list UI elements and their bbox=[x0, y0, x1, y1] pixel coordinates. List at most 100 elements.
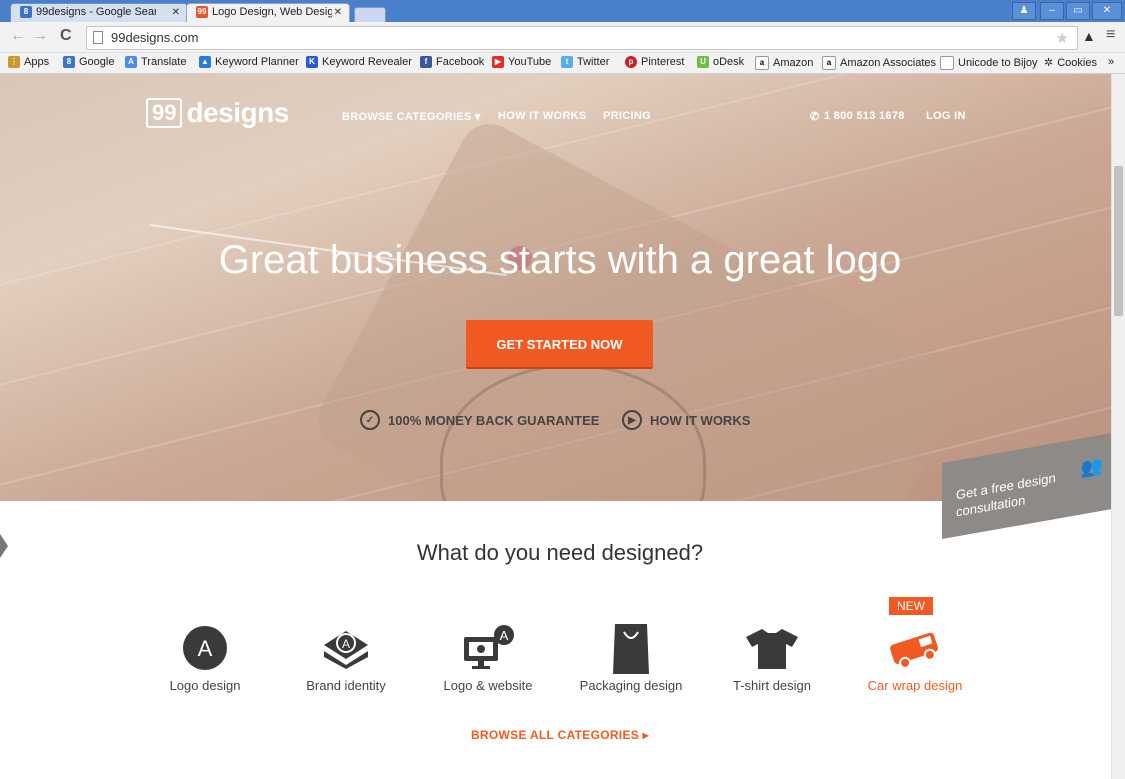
close-icon[interactable]: ✕ bbox=[172, 3, 180, 22]
people-icon: 👥 bbox=[1080, 454, 1103, 479]
cookie-gear-icon: ✲ bbox=[1044, 57, 1054, 69]
bookmark-label: Amazon Associates bbox=[840, 57, 936, 69]
logo-wordmark: designs bbox=[186, 97, 289, 128]
category-tshirt-design[interactable]: T-shirt design bbox=[702, 620, 842, 693]
category-car-wrap-design[interactable]: Car wrap design bbox=[845, 620, 985, 693]
category-packaging-design[interactable]: Packaging design bbox=[561, 620, 701, 693]
forward-arrow-icon[interactable]: → bbox=[32, 27, 48, 45]
bookmark-label: Pinterest bbox=[641, 56, 685, 68]
bookmark-label: YouTube bbox=[508, 56, 552, 68]
tab-google-search[interactable]: 8 99designs - Google Searc ✕ bbox=[10, 3, 188, 22]
category-logo-website[interactable]: A Logo & website bbox=[418, 620, 558, 693]
get-started-button[interactable]: GET STARTED NOW bbox=[466, 320, 653, 369]
bookmark-label: Unicode to Bijoy bbox=[958, 57, 1038, 69]
bookmark-facebook[interactable]: f Facebook bbox=[420, 56, 484, 68]
adwords-icon: ▲ bbox=[199, 56, 211, 68]
page-scrollbar[interactable] bbox=[1111, 74, 1125, 779]
bag-icon bbox=[613, 624, 649, 674]
logo-mark: 99 bbox=[146, 98, 183, 128]
hero-banner bbox=[0, 74, 1112, 501]
browser-toolbar: ← → C 99designs.com ★ ▲ ≡ bbox=[0, 22, 1125, 53]
minimize-button[interactable]: – bbox=[1040, 2, 1064, 20]
category-label: Brand identity bbox=[306, 678, 386, 693]
bookmark-cookies[interactable]: ✲ Cookies bbox=[1044, 56, 1097, 70]
category-label: Packaging design bbox=[579, 678, 683, 693]
scrollbar-thumb[interactable] bbox=[1114, 166, 1123, 316]
bookmark-google[interactable]: 8 Google bbox=[63, 56, 114, 68]
url-text: 99designs.com bbox=[111, 30, 199, 45]
how-it-works-video-link[interactable]: ▶ HOW IT WORKS bbox=[622, 410, 750, 430]
bookmark-star-icon[interactable]: ★ bbox=[1056, 29, 1069, 47]
bookmark-label: Keyword Revealer bbox=[322, 56, 412, 68]
bookmark-pinterest[interactable]: p Pinterest bbox=[625, 56, 684, 68]
bookmark-label: Cookies bbox=[1057, 56, 1097, 69]
nav-log-in[interactable]: LOG IN bbox=[926, 110, 966, 122]
bookmark-odesk[interactable]: UoDesk bbox=[697, 56, 744, 68]
back-arrow-icon[interactable]: ← bbox=[10, 27, 26, 45]
bookmark-label: Facebook bbox=[436, 56, 485, 68]
user-icon[interactable]: ♟ bbox=[1012, 2, 1036, 20]
maximize-button[interactable]: ▭ bbox=[1066, 2, 1090, 20]
category-label: Logo design bbox=[169, 678, 241, 693]
facebook-icon: f bbox=[420, 56, 432, 68]
nav-browse-categories[interactable]: BROWSE CATEGORIES ▾ bbox=[342, 110, 481, 123]
category-brand-identity[interactable]: A Brand identity bbox=[276, 620, 416, 693]
pinterest-icon: p bbox=[625, 56, 637, 68]
logo-website-icon: A bbox=[464, 625, 514, 669]
category-logo-design[interactable]: A Logo design bbox=[135, 620, 275, 693]
bookmark-twitter[interactable]: t Twitter bbox=[561, 56, 609, 68]
category-label: Logo & website bbox=[443, 678, 533, 693]
category-label: T-shirt design bbox=[732, 678, 812, 693]
nav-pricing[interactable]: PRICING bbox=[603, 110, 651, 122]
close-window-button[interactable]: ✕ bbox=[1092, 2, 1122, 20]
address-bar[interactable]: 99designs.com ★ bbox=[86, 26, 1078, 50]
bookmark-label: Google bbox=[79, 56, 115, 68]
svg-text:A: A bbox=[500, 628, 509, 643]
close-icon[interactable]: ✕ bbox=[334, 3, 342, 22]
google-icon: 8 bbox=[20, 6, 32, 18]
browse-all-categories-link[interactable]: BROWSE ALL CATEGORIES ▸ bbox=[0, 728, 1120, 742]
bookmarks-overflow-button[interactable]: » bbox=[1108, 56, 1114, 68]
bookmark-unicode-to-bijoy[interactable]: Unicode to Bijoy bbox=[940, 56, 1038, 70]
bookmark-apps[interactable]: ⋮ Apps bbox=[8, 56, 49, 68]
nav-how-it-works[interactable]: HOW IT WORKS bbox=[498, 110, 587, 122]
phone-icon: ✆ bbox=[810, 111, 820, 123]
new-tab-button[interactable] bbox=[354, 7, 386, 23]
bookmark-youtube[interactable]: ▶ YouTube bbox=[492, 56, 551, 68]
new-badge: NEW bbox=[889, 597, 933, 615]
nav-phone-number[interactable]: 1 800 513 1678 bbox=[824, 110, 905, 122]
svg-text:A: A bbox=[342, 637, 350, 651]
bookmark-label: Keyword Planner bbox=[215, 56, 299, 68]
browser-titlebar: 8 99designs - Google Searc ✕ 99 Logo Des… bbox=[0, 0, 1125, 23]
amazon-icon: a bbox=[755, 56, 769, 70]
bookmark-keyword-planner[interactable]: ▲ Keyword Planner bbox=[199, 56, 299, 68]
section-title: What do you need designed? bbox=[416, 540, 704, 565]
page-icon bbox=[940, 56, 954, 70]
bookmark-label: Twitter bbox=[577, 56, 610, 68]
extension-icon[interactable]: ▲ bbox=[1082, 28, 1096, 44]
site-logo[interactable]: 99 designs bbox=[146, 97, 289, 129]
overflow-chevron-icon: » bbox=[1108, 56, 1115, 68]
reload-icon[interactable]: C bbox=[60, 27, 72, 45]
bookmark-translate[interactable]: A Translate bbox=[125, 56, 186, 68]
bookmark-amazon[interactable]: a Amazon bbox=[755, 56, 813, 70]
menu-icon[interactable]: ≡ bbox=[1106, 26, 1115, 44]
bookmark-label: Amazon bbox=[773, 57, 814, 69]
brand-identity-icon: A bbox=[324, 631, 368, 669]
logo-a-icon: A bbox=[183, 626, 227, 670]
google-icon: 8 bbox=[63, 56, 75, 68]
bookmark-label: Apps bbox=[24, 56, 50, 68]
hero-title: Great business starts with a great logo bbox=[218, 238, 902, 282]
bookmark-label: Translate bbox=[141, 56, 187, 68]
guarantee-label: 100% MONEY BACK GUARANTEE bbox=[388, 412, 600, 428]
bookmark-keyword-revealer[interactable]: K Keyword Revealer bbox=[306, 56, 412, 68]
youtube-icon: ▶ bbox=[492, 56, 504, 68]
translate-icon: A bbox=[125, 56, 137, 68]
twitter-icon: t bbox=[561, 56, 573, 68]
tab-99designs[interactable]: 99 Logo Design, Web Design ✕ bbox=[186, 3, 350, 22]
checkmark-circle-icon: ✓ bbox=[360, 410, 380, 430]
play-circle-icon: ▶ bbox=[622, 410, 642, 430]
bookmark-amazon-associates[interactable]: a Amazon Associates bbox=[822, 56, 936, 70]
odesk-icon: U bbox=[697, 56, 709, 68]
money-back-guarantee-link[interactable]: ✓ 100% MONEY BACK GUARANTEE bbox=[360, 410, 599, 430]
